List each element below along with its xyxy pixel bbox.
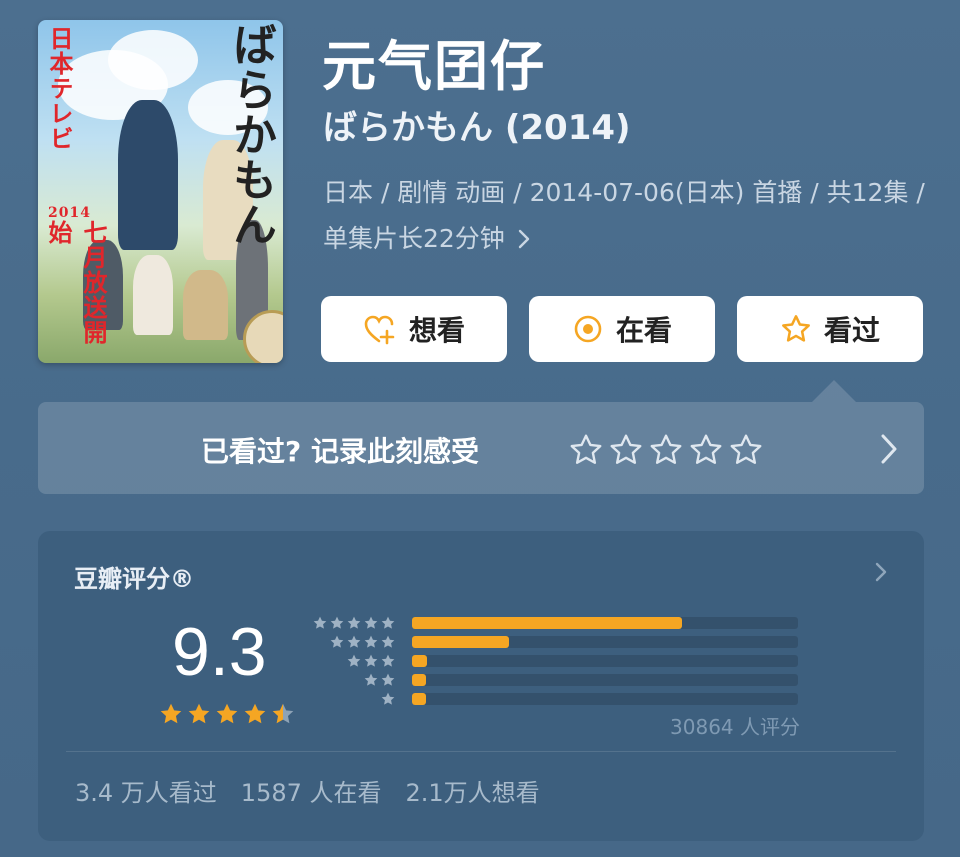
star-half-icon <box>272 703 294 724</box>
star-filled-icon <box>244 703 266 724</box>
rate-prompt-card[interactable]: 已看过? 记录此刻感受 <box>38 402 924 494</box>
row-stars <box>380 691 396 707</box>
star-filled-icon <box>216 703 238 724</box>
small-star-icon <box>381 635 395 648</box>
watched-label: 看过 <box>823 314 880 347</box>
watching-label: 在看 <box>615 314 672 347</box>
distribution-track <box>412 617 798 629</box>
small-star-icon <box>330 635 344 648</box>
poster-channel-text: 日本テレビ <box>45 26 74 151</box>
empty-star-icon[interactable] <box>648 432 684 468</box>
rating-score: 9.3 <box>172 614 267 690</box>
rate-card-pointer <box>812 380 856 402</box>
rating-count: 30864 人评分 <box>670 715 800 739</box>
chevron-right-icon <box>517 224 531 253</box>
target-icon <box>572 313 604 345</box>
stat-watching[interactable]: 1587 人在看 <box>241 773 382 808</box>
empty-star-icon[interactable] <box>568 432 604 468</box>
watch-stats: 3.4 万人看过 1587 人在看 2.1万人想看 <box>75 773 540 808</box>
movie-meta[interactable]: 日本 / 剧情 动画 / 2014-07-06(日本) 首播 / 共12集 / … <box>323 170 933 262</box>
rating-distribution-row <box>312 613 804 633</box>
meta-text: 日本 / 剧情 动画 / 2014-07-06(日本) 首播 / 共12集 / … <box>323 178 925 253</box>
movie-title: 元气囝仔 <box>322 35 546 98</box>
poster-broadcast-text: 七月放送開始 <box>44 220 108 345</box>
rating-distribution-row <box>314 670 804 690</box>
small-star-icon <box>381 616 395 629</box>
distribution-track <box>412 655 798 667</box>
stat-want[interactable]: 2.1万人想看 <box>406 773 540 808</box>
poster-year-text: 2014 <box>48 205 91 221</box>
rating-distribution-row <box>314 632 804 652</box>
heart-plus-icon <box>363 313 397 345</box>
distribution-bar <box>412 655 428 667</box>
distribution-track <box>412 693 798 705</box>
rating-distribution-row <box>314 651 804 671</box>
distribution-bar <box>412 617 683 629</box>
watching-button[interactable]: 在看 <box>529 296 715 362</box>
row-stars <box>363 672 396 688</box>
rate-prompt-label: 已看过? 记录此刻感受 <box>201 435 479 468</box>
distribution-track <box>412 636 798 648</box>
small-star-icon <box>330 616 344 629</box>
row-stars <box>312 615 396 631</box>
chevron-right-icon[interactable] <box>878 432 900 470</box>
distribution-bar <box>412 636 509 648</box>
small-star-icon <box>364 616 378 629</box>
want-label: 想看 <box>408 314 465 347</box>
small-star-icon <box>381 673 395 686</box>
rating-distribution-row <box>314 689 804 709</box>
empty-star-icon[interactable] <box>608 432 644 468</box>
small-star-icon <box>364 673 378 686</box>
star-filled-icon <box>188 703 210 724</box>
empty-star-icon[interactable] <box>688 432 724 468</box>
watched-button[interactable]: 看过 <box>737 296 923 362</box>
poster-title-text: ばらかもん <box>225 22 276 247</box>
star-filled-icon <box>160 703 182 724</box>
small-star-icon <box>347 616 361 629</box>
small-star-icon <box>364 635 378 648</box>
row-stars <box>329 634 396 650</box>
small-star-icon <box>381 692 395 705</box>
stat-watched[interactable]: 3.4 万人看过 <box>75 773 217 808</box>
douban-rating-card[interactable]: 豆瓣评分® 9.3 30864 人评分 3.4 万人看过 1587 人在看 2.… <box>38 531 924 841</box>
divider <box>66 751 896 752</box>
small-star-icon <box>313 616 327 629</box>
want-button[interactable]: 想看 <box>321 296 507 362</box>
poster-image[interactable]: 日本テレビ 2014 七月放送開始 ばらかもん <box>38 20 283 363</box>
distribution-track <box>412 674 798 686</box>
rating-stars <box>158 701 296 727</box>
small-star-icon <box>347 654 361 667</box>
original-title: ばらかもん (2014) <box>323 108 631 148</box>
rating-header: 豆瓣评分® <box>74 565 194 593</box>
small-star-icon <box>381 654 395 667</box>
chevron-right-icon[interactable] <box>874 561 888 587</box>
row-stars <box>346 653 396 669</box>
rate-star-picker[interactable] <box>568 432 764 468</box>
distribution-bar <box>412 693 426 705</box>
star-outline-icon <box>780 313 812 345</box>
empty-star-icon[interactable] <box>728 432 764 468</box>
distribution-bar <box>412 674 426 686</box>
small-star-icon <box>364 654 378 667</box>
small-star-icon <box>347 635 361 648</box>
